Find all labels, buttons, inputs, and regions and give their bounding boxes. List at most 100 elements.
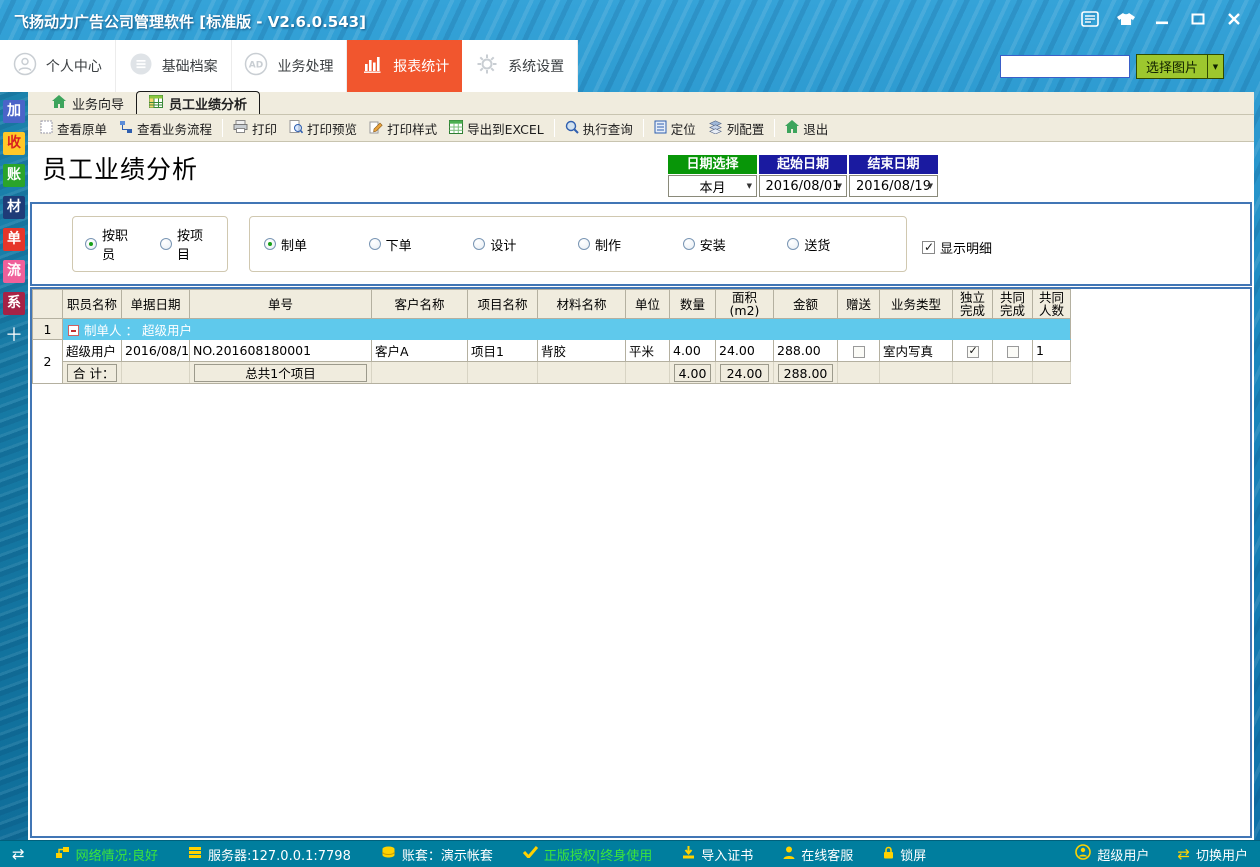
- table-icon: [149, 95, 163, 112]
- col-header[interactable]: 单号: [190, 290, 372, 319]
- radio-by-employee[interactable]: 按职员: [85, 225, 140, 263]
- archive-list-icon: [129, 52, 153, 80]
- locate-button[interactable]: 定位: [648, 116, 702, 141]
- radio-icon[interactable]: [160, 238, 172, 250]
- search-icon: [565, 120, 579, 137]
- col-header[interactable]: 客户名称: [372, 290, 468, 319]
- col-header[interactable]: 面积(m2): [716, 290, 774, 319]
- user-circle-icon: [1075, 844, 1091, 864]
- online-support-button[interactable]: 在线客服: [783, 845, 853, 864]
- nav-report-statistics[interactable]: 报表统计: [347, 40, 462, 92]
- toolbar-separator: [222, 119, 223, 137]
- nav-label: 系统设置: [508, 56, 564, 76]
- radio-deliver[interactable]: 送货: [787, 235, 892, 254]
- group-header-cell[interactable]: 制单人 ： 超级用户: [63, 319, 1071, 340]
- col-header[interactable]: 独立 完成: [953, 290, 993, 319]
- view-original-order-button[interactable]: 查看原单: [34, 116, 113, 141]
- chevron-down-icon[interactable]: ▼: [1207, 55, 1223, 78]
- sidebar-item-xi[interactable]: 系: [3, 292, 25, 315]
- date-preset-select[interactable]: 本月▼: [668, 175, 757, 197]
- view-business-flow-button[interactable]: 查看业务流程: [113, 116, 218, 141]
- col-header[interactable]: 单据日期: [122, 290, 190, 319]
- end-date-select[interactable]: 2016/08/19▼: [849, 175, 938, 197]
- sidebar-add-button[interactable]: ＋: [3, 324, 25, 347]
- cell-area: 24.00: [716, 340, 774, 362]
- radio-install[interactable]: 安装: [683, 235, 788, 254]
- tab-employee-performance[interactable]: 员工业绩分析: [136, 91, 260, 114]
- joint-checkbox-icon[interactable]: [1007, 346, 1019, 358]
- show-detail-checkbox[interactable]: 显示明细: [922, 238, 992, 257]
- radio-icon[interactable]: [787, 238, 799, 250]
- export-excel-button[interactable]: 导出到EXCEL: [443, 116, 550, 141]
- col-header[interactable]: 业务类型: [880, 290, 953, 319]
- svg-text:AD: AD: [249, 61, 263, 71]
- column-config-button[interactable]: 列配置: [702, 116, 771, 141]
- lock-screen-button[interactable]: 锁屏: [883, 845, 926, 864]
- radio-icon[interactable]: [683, 238, 695, 250]
- select-image-button[interactable]: 选择图片 ▼: [1136, 54, 1224, 79]
- sidebar-item-cai[interactable]: 材: [3, 196, 25, 219]
- user-circle-icon: [13, 52, 37, 80]
- gift-checkbox-icon[interactable]: [853, 346, 865, 358]
- radio-make-order[interactable]: 制单: [264, 235, 369, 254]
- skin-icon[interactable]: [1114, 9, 1138, 29]
- print-style-icon: [369, 120, 383, 137]
- execute-query-button[interactable]: 执行查询: [559, 116, 639, 141]
- col-header[interactable]: 金额: [774, 290, 838, 319]
- exit-button[interactable]: 退出: [779, 116, 834, 141]
- print-button[interactable]: 打印: [227, 116, 283, 141]
- collapse-icon[interactable]: [68, 325, 79, 336]
- sidebar-item-liu[interactable]: 流: [3, 260, 25, 283]
- cell-solo-complete: [953, 340, 993, 362]
- radio-design[interactable]: 设计: [473, 235, 578, 254]
- col-header[interactable]: 共同 人数: [1033, 290, 1071, 319]
- col-header[interactable]: 赠送: [838, 290, 880, 319]
- nav-base-archives[interactable]: 基础档案: [116, 40, 232, 92]
- switch-user-button[interactable]: ⇄ 切换用户: [1177, 844, 1248, 864]
- start-date-select[interactable]: 2016/08/01▼: [759, 175, 847, 197]
- nav-personal-center[interactable]: 个人中心: [0, 40, 116, 92]
- col-header[interactable]: 数量: [670, 290, 716, 319]
- dimension-groupbox: 按职员 按项目: [72, 216, 228, 272]
- col-header[interactable]: 材料名称: [538, 290, 626, 319]
- tab-business-wizard[interactable]: 业务向导: [40, 93, 136, 114]
- titlebar: 飞扬动力广告公司管理软件 [标准版 - V2.6.0.543]: [0, 0, 1260, 40]
- sidebar-item-zhang[interactable]: 账: [3, 164, 25, 187]
- nav-label: 个人中心: [46, 56, 102, 76]
- radio-icon[interactable]: [369, 238, 381, 250]
- radio-icon[interactable]: [473, 238, 485, 250]
- checkbox-icon[interactable]: [922, 241, 935, 254]
- minimize-button[interactable]: [1150, 9, 1174, 29]
- col-header[interactable]: 单位: [626, 290, 670, 319]
- nav-system-settings[interactable]: 系统设置: [462, 40, 578, 92]
- close-button[interactable]: [1222, 9, 1246, 29]
- maximize-button[interactable]: [1186, 9, 1210, 29]
- nav-business-processing[interactable]: AD 业务处理: [232, 40, 348, 92]
- col-header[interactable]: 项目名称: [468, 290, 538, 319]
- radio-icon[interactable]: [85, 238, 97, 250]
- cell-joint-complete: [993, 340, 1033, 362]
- sync-icon[interactable]: ⇄: [12, 845, 25, 863]
- radio-icon[interactable]: [264, 238, 276, 250]
- sidebar-item-shou[interactable]: 收: [3, 132, 25, 155]
- radio-place-order[interactable]: 下单: [369, 235, 474, 254]
- table-row[interactable]: 2 超级用户 2016/08/18 NO.201608180001 客户A 项目…: [33, 340, 1071, 362]
- radio-icon[interactable]: [578, 238, 590, 250]
- radio-produce[interactable]: 制作: [578, 235, 683, 254]
- import-certificate-button[interactable]: 导入证书: [682, 845, 753, 864]
- radio-by-project[interactable]: 按项目: [160, 225, 215, 263]
- tab-label: 员工业绩分析: [169, 94, 247, 113]
- image-path-input[interactable]: [1000, 55, 1130, 78]
- date-filter: 日期选择 起始日期 结束日期 本月▼ 2016/08/01▼ 2016/08/1…: [668, 155, 938, 197]
- sidebar-item-dan[interactable]: 单: [3, 228, 25, 251]
- print-style-button[interactable]: 打印样式: [363, 116, 443, 141]
- notes-icon[interactable]: [1078, 9, 1102, 29]
- col-header[interactable]: 共同 完成: [993, 290, 1033, 319]
- solo-checkbox-icon[interactable]: [967, 346, 979, 358]
- sidebar-item-jia[interactable]: 加: [3, 100, 25, 123]
- tab-label: 业务向导: [72, 94, 124, 113]
- print-preview-icon: [289, 120, 303, 137]
- print-preview-button[interactable]: 打印预览: [283, 116, 363, 141]
- window-controls: [1078, 9, 1246, 29]
- col-header[interactable]: 职员名称: [63, 290, 122, 319]
